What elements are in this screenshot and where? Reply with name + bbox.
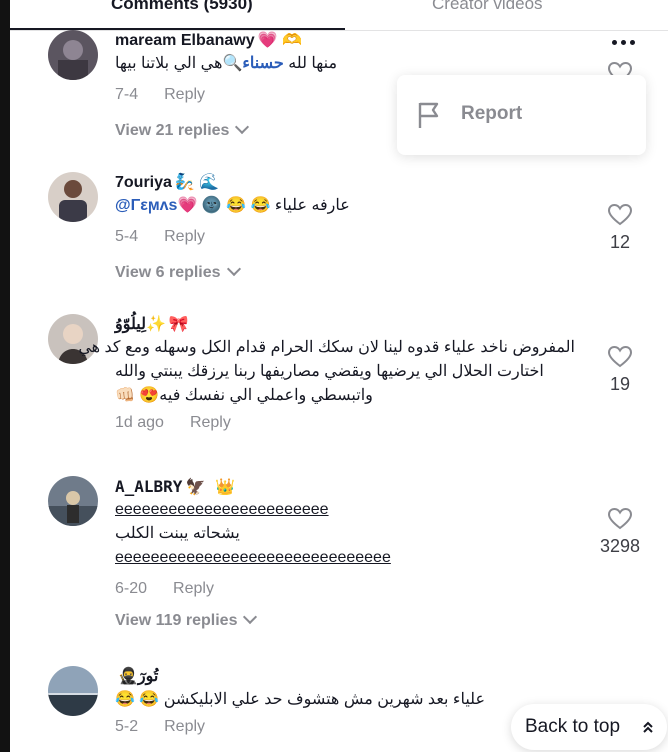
comment-date: 6-20 (115, 580, 148, 597)
like-button[interactable]: 12 (590, 204, 650, 253)
report-button[interactable]: Report (461, 103, 522, 125)
avatar[interactable] (48, 172, 98, 222)
like-button[interactable]: 3298 (590, 508, 650, 557)
comment-username[interactable]: لِيلُوّوُ✨ 🎀 (115, 314, 575, 336)
avatar[interactable] (48, 666, 98, 716)
comment-username[interactable]: A_ALBRY 🦅 👑 (115, 476, 575, 498)
comment-text-line: يشحاته يبنت الكلب (115, 525, 240, 542)
mention-link[interactable]: @Γεϻᴧs💗 (115, 197, 197, 214)
like-button[interactable]: 19 (590, 346, 650, 395)
reply-button[interactable]: Reply (164, 86, 205, 103)
heart-icon (608, 204, 632, 226)
view-replies-button[interactable]: View 6 replies (115, 261, 575, 284)
reply-button[interactable]: Reply (173, 580, 214, 597)
left-edge-bar (0, 0, 10, 752)
back-to-top-button[interactable]: Back to top (511, 704, 667, 750)
mention-link[interactable]: حسناء🔍 (222, 55, 283, 72)
view-replies-button[interactable]: View 119 replies (115, 609, 575, 632)
comment-date: 5-4 (115, 228, 139, 245)
tab-creator-videos[interactable]: Creator videos (432, 0, 543, 14)
tab-bar (10, 0, 668, 31)
chevron-down-icon (235, 119, 250, 135)
comment-text: @Γεϻᴧs💗 🌚 😂 😂 عارفه علياء (115, 197, 350, 214)
chevron-down-icon (243, 609, 258, 625)
tab-comments[interactable]: Comments (5930) (111, 0, 253, 14)
comment-text: علياء بعد شهرين مش هتشوف حد علي الابليكش… (115, 691, 485, 708)
chevron-down-icon (226, 261, 241, 277)
reply-button[interactable]: Reply (164, 718, 205, 735)
like-count: 3298 (599, 536, 641, 556)
comment-username[interactable]: 🥷تُورٓ (115, 666, 575, 688)
comment-text-line: اختارت الحلال الي يرضيها ويقضي مصاريفها … (115, 363, 544, 380)
avatar[interactable] (48, 30, 98, 80)
heart-icon (608, 508, 632, 530)
double-chevron-up-icon (643, 721, 653, 733)
comment-text-line: المفروض ناخد علياء قدوه لينا لان سكك الح… (78, 339, 575, 356)
comment-username[interactable]: maream Elbanawy 💗 🫶 (115, 30, 575, 52)
heart-icon (608, 346, 632, 368)
avatar[interactable] (48, 476, 98, 526)
comment-username[interactable]: 7ouriya 🧞 🌊 (115, 172, 575, 194)
like-count: 12 (609, 232, 631, 252)
more-options-icon[interactable] (612, 34, 638, 54)
report-menu: Report (397, 75, 646, 155)
like-count: 19 (609, 374, 631, 394)
reply-button[interactable]: Reply (164, 228, 205, 245)
comment-text-line: ееееееееееееееееееееееее (115, 501, 329, 518)
flag-icon (418, 102, 439, 128)
comment-date: 5-2 (115, 718, 139, 735)
comment-text-line: واتبسطي واعملي الي نفسك فيه😍 👊🏻 (115, 387, 373, 404)
comment-text-line: еееееееееееееееееееееееееееееее (115, 549, 391, 566)
comment-text: منها لله حسناء🔍هي الي بلاتنا بيها (115, 55, 338, 72)
comment-date: 1d ago (115, 414, 164, 431)
comment-date: 7-4 (115, 86, 139, 103)
reply-button[interactable]: Reply (190, 414, 231, 431)
